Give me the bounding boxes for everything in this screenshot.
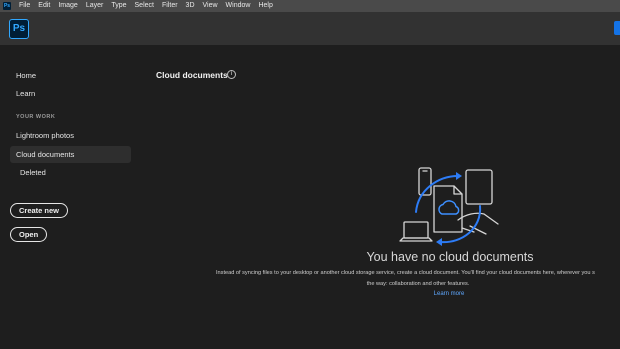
menu-edit[interactable]: Edit — [34, 0, 54, 12]
menu-filter[interactable]: Filter — [158, 0, 182, 12]
sidebar-item-deleted[interactable]: Deleted — [20, 168, 46, 177]
section-label-your-work: YOUR WORK — [16, 114, 56, 120]
page-title: Cloud documents — [156, 70, 228, 80]
app-header: Ps — [0, 12, 620, 45]
menu-view[interactable]: View — [199, 0, 222, 12]
sidebar-item-learn[interactable]: Learn — [16, 89, 35, 98]
photoshop-logo[interactable]: Ps — [9, 19, 29, 39]
empty-state-description-line-2: the way: collaboration and other feature… — [366, 281, 470, 287]
menu-3d[interactable]: 3D — [182, 0, 199, 12]
empty-state-heading: You have no cloud documents — [366, 250, 534, 264]
menu-file[interactable]: File — [15, 0, 34, 12]
menu-select[interactable]: Select — [131, 0, 158, 12]
menu-layer[interactable]: Layer — [82, 0, 108, 12]
info-icon[interactable]: i — [227, 70, 236, 79]
menu-type[interactable]: Type — [107, 0, 130, 12]
menu-help[interactable]: Help — [254, 0, 276, 12]
photoshop-app-icon: Ps — [3, 2, 11, 10]
cloud-devices-illustration — [399, 167, 499, 246]
menu-image[interactable]: Image — [54, 0, 81, 12]
sidebar-item-lightroom-photos[interactable]: Lightroom photos — [16, 131, 74, 140]
sidebar-item-home[interactable]: Home — [16, 71, 36, 80]
create-new-button[interactable]: Create new — [10, 203, 69, 218]
learn-more-link[interactable]: Learn more — [416, 291, 482, 297]
sidebar: Home Learn YOUR WORK Lightroom photos Cl… — [0, 45, 140, 349]
menu-window[interactable]: Window — [222, 0, 255, 12]
header-action-button[interactable] — [614, 21, 620, 35]
menu-bar: Ps File Edit Image Layer Type Select Fil… — [0, 0, 620, 12]
sidebar-item-cloud-documents[interactable]: Cloud documents — [10, 146, 131, 163]
open-button[interactable]: Open — [10, 227, 48, 242]
empty-state-description-line-1: Instead of syncing files to your desktop… — [216, 270, 595, 276]
